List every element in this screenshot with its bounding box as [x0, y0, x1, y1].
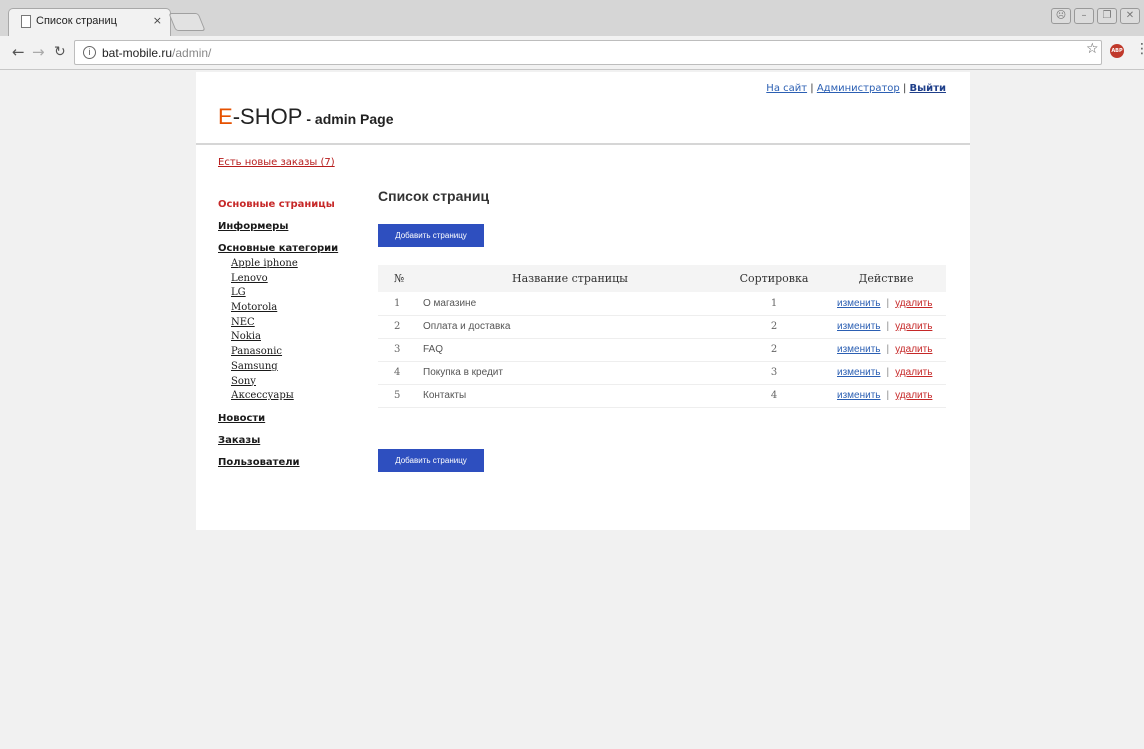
logout-link[interactable]: Выйти	[910, 83, 946, 94]
sidebar-subitem-nec[interactable]: NEC	[231, 316, 368, 331]
sidebar-subitem-accessories[interactable]: Аксессуары	[231, 389, 368, 404]
row-number: 5	[378, 384, 418, 408]
edit-link[interactable]: изменить	[837, 367, 881, 378]
row-actions: изменить | удалить	[826, 315, 946, 339]
forward-icon[interactable]: →	[32, 43, 45, 61]
page-icon	[21, 15, 31, 28]
close-window-icon[interactable]: ✕	[1120, 8, 1140, 24]
sidebar-subitem-motorola[interactable]: Motorola	[231, 301, 368, 316]
column-header-number: №	[378, 265, 418, 292]
page-title: Список страниц	[378, 188, 490, 204]
address-bar[interactable]: i bat-mobile.ru/admin/	[74, 40, 1102, 65]
sidebar-subitem-lenovo[interactable]: Lenovo	[231, 272, 368, 287]
sidebar-item-informers[interactable]: Информеры	[218, 218, 368, 235]
action-separator: |	[886, 367, 890, 378]
admin-page: E-SHOP - admin Page На сайт | Администрат…	[196, 72, 970, 530]
edit-link[interactable]: изменить	[837, 321, 881, 332]
menu-icon[interactable]: ⋮	[1135, 41, 1144, 57]
edit-link[interactable]: изменить	[837, 344, 881, 355]
sidebar-item-categories[interactable]: Основные категории	[218, 240, 368, 257]
url-text: bat-mobile.ru/admin/	[102, 46, 212, 60]
row-name: FAQ	[418, 338, 722, 362]
delete-link[interactable]: удалить	[895, 367, 932, 378]
row-name: Оплата и доставка	[418, 315, 722, 339]
sidebar-item-orders[interactable]: Заказы	[218, 432, 368, 449]
sidebar-subitem-apple[interactable]: Apple iphone	[231, 257, 368, 272]
browser-tabstrip: Список страниц × ☹ – ❐ ✕	[0, 0, 1144, 36]
sidebar-subitem-samsung[interactable]: Samsung	[231, 360, 368, 375]
row-sort: 1	[722, 292, 826, 316]
delete-link[interactable]: удалить	[895, 344, 932, 355]
add-page-button[interactable]: Добавить страницу	[378, 449, 484, 472]
bookmark-star-icon[interactable]: ☆	[1086, 41, 1099, 57]
browser-tab[interactable]: Список страниц ×	[8, 8, 171, 36]
table-header-row: № Название страницы Сортировка Действие	[378, 265, 946, 292]
delete-link[interactable]: удалить	[895, 298, 932, 309]
close-icon[interactable]: ×	[153, 14, 162, 27]
row-name: Покупка в кредит	[418, 361, 722, 385]
action-separator: |	[886, 344, 890, 355]
pages-table: № Название страницы Сортировка Действие …	[378, 265, 946, 408]
row-sort: 3	[722, 361, 826, 385]
delete-link[interactable]: удалить	[895, 321, 932, 332]
sidebar: Основные страницы Информеры Основные кат…	[218, 196, 368, 476]
info-icon[interactable]: i	[83, 46, 96, 59]
sidebar-subitem-nokia[interactable]: Nokia	[231, 330, 368, 345]
table-row: 4 Покупка в кредит 3 изменить | удалить	[378, 361, 946, 385]
row-sort: 2	[722, 315, 826, 339]
row-number: 3	[378, 338, 418, 362]
column-header-name: Название страницы	[418, 265, 722, 292]
header-links: На сайт | Администратор | Выйти	[766, 83, 946, 94]
action-separator: |	[886, 297, 890, 309]
new-orders-link[interactable]: Есть новые заказы (7)	[218, 157, 335, 168]
maximize-icon[interactable]: ❐	[1097, 8, 1117, 24]
table-row: 3 FAQ 2 изменить | удалить	[378, 338, 946, 362]
add-page-button[interactable]: Добавить страницу	[378, 224, 484, 247]
window-controls: ☹ – ❐ ✕	[1051, 8, 1140, 24]
sidebar-subitem-panasonic[interactable]: Panasonic	[231, 345, 368, 360]
adblock-icon[interactable]: ABP	[1110, 44, 1124, 58]
row-sort: 4	[722, 384, 826, 408]
sidebar-item-users[interactable]: Пользователи	[218, 454, 368, 471]
new-tab-button[interactable]	[168, 13, 206, 31]
link-separator: |	[902, 83, 907, 94]
table-row: 1 О магазине 1 изменить | удалить	[378, 292, 946, 316]
back-icon[interactable]: ←	[12, 43, 25, 61]
sidebar-subitem-sony[interactable]: Sony	[231, 375, 368, 390]
to-site-link[interactable]: На сайт	[766, 83, 807, 94]
edit-link[interactable]: изменить	[837, 390, 881, 401]
row-sort: 2	[722, 338, 826, 362]
sidebar-item-main-pages[interactable]: Основные страницы	[218, 196, 368, 213]
row-name: О магазине	[418, 292, 722, 316]
action-separator: |	[886, 321, 890, 332]
link-separator: |	[810, 83, 814, 94]
tab-title: Список страниц	[36, 15, 117, 27]
table-row: 2 Оплата и доставка 2 изменить | удалить	[378, 315, 946, 339]
edit-link[interactable]: изменить	[837, 298, 881, 309]
subcategory-list: Apple iphone Lenovo LG Motorola NEC Noki…	[218, 257, 368, 404]
row-actions: изменить | удалить	[826, 338, 946, 362]
row-actions: изменить | удалить	[826, 292, 946, 316]
sidebar-item-news[interactable]: Новости	[218, 410, 368, 427]
sidebar-subitem-lg[interactable]: LG	[231, 286, 368, 301]
row-actions: изменить | удалить	[826, 384, 946, 408]
row-actions: изменить | удалить	[826, 361, 946, 385]
row-number: 4	[378, 361, 418, 385]
column-header-action: Действие	[826, 265, 946, 292]
column-header-sort: Сортировка	[722, 265, 826, 292]
row-name: Контакты	[418, 384, 722, 408]
table-row: 5 Контакты 4 изменить | удалить	[378, 384, 946, 408]
user-icon[interactable]: ☹	[1051, 8, 1071, 24]
site-logo: E-SHOP - admin Page	[218, 104, 394, 129]
action-separator: |	[886, 390, 890, 401]
browser-toolbar: ← → ↻ i bat-mobile.ru/admin/	[0, 36, 1144, 70]
row-number: 1	[378, 292, 418, 316]
reload-icon[interactable]: ↻	[54, 44, 66, 60]
page-header: E-SHOP - admin Page На сайт | Администрат…	[196, 72, 970, 145]
row-number: 2	[378, 315, 418, 339]
admin-link[interactable]: Администратор	[817, 83, 900, 94]
minimize-icon[interactable]: –	[1074, 8, 1094, 24]
delete-link[interactable]: удалить	[895, 390, 932, 401]
